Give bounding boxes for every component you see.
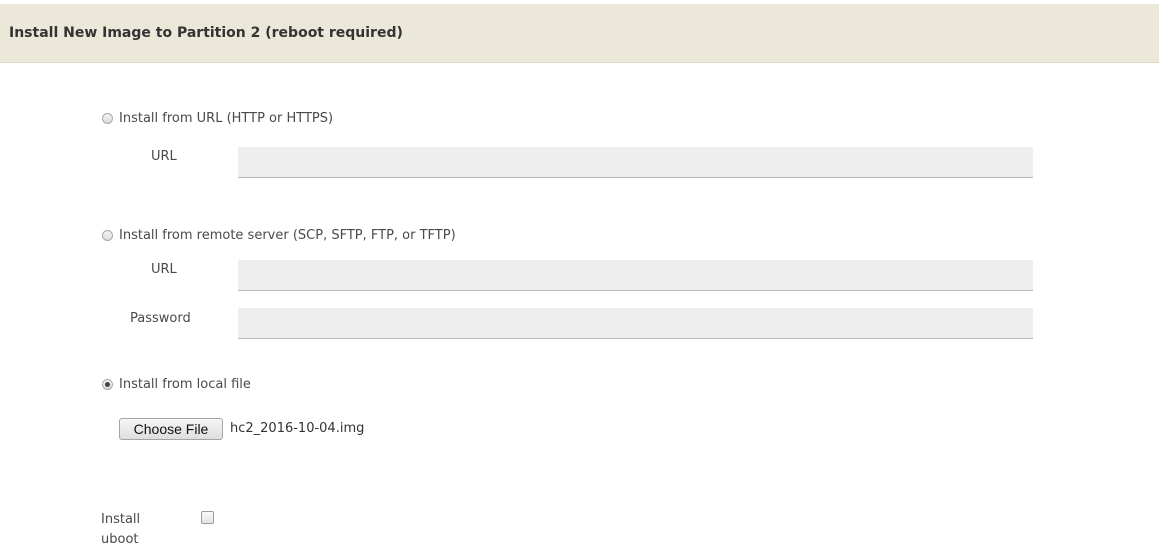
install-from-local-label: Install from local file — [119, 376, 251, 392]
selected-file-name: hc2_2016-10-04.img — [230, 421, 365, 436]
radio-url-icon[interactable] — [102, 112, 113, 124]
choose-file-button[interactable]: Choose File — [119, 418, 223, 440]
install-uboot-label: Install uboot — [101, 512, 141, 547]
install-from-remote-label: Install from remote server (SCP, SFTP, F… — [119, 227, 456, 243]
section-header: Install New Image to Partition 2 (reboot… — [0, 4, 1159, 63]
password-field-label: Password — [130, 311, 191, 326]
install-from-url-label: Install from URL (HTTP or HTTPS) — [119, 110, 334, 126]
install-uboot-checkbox[interactable] — [201, 511, 214, 524]
password-input[interactable] — [238, 308, 1033, 339]
install-from-local-option[interactable]: Install from local file — [102, 376, 251, 392]
url-field-label: URL — [151, 149, 177, 164]
radio-local-icon[interactable] — [102, 378, 113, 390]
section-title: Install New Image to Partition 2 (reboot… — [9, 25, 403, 41]
remote-url-input[interactable] — [238, 260, 1033, 291]
install-from-url-option[interactable]: Install from URL (HTTP or HTTPS) — [102, 110, 333, 126]
radio-remote-icon[interactable] — [102, 229, 113, 241]
remote-url-field-label: URL — [151, 262, 177, 277]
install-from-remote-option[interactable]: Install from remote server (SCP, SFTP, F… — [102, 227, 456, 243]
url-input[interactable] — [238, 147, 1033, 178]
